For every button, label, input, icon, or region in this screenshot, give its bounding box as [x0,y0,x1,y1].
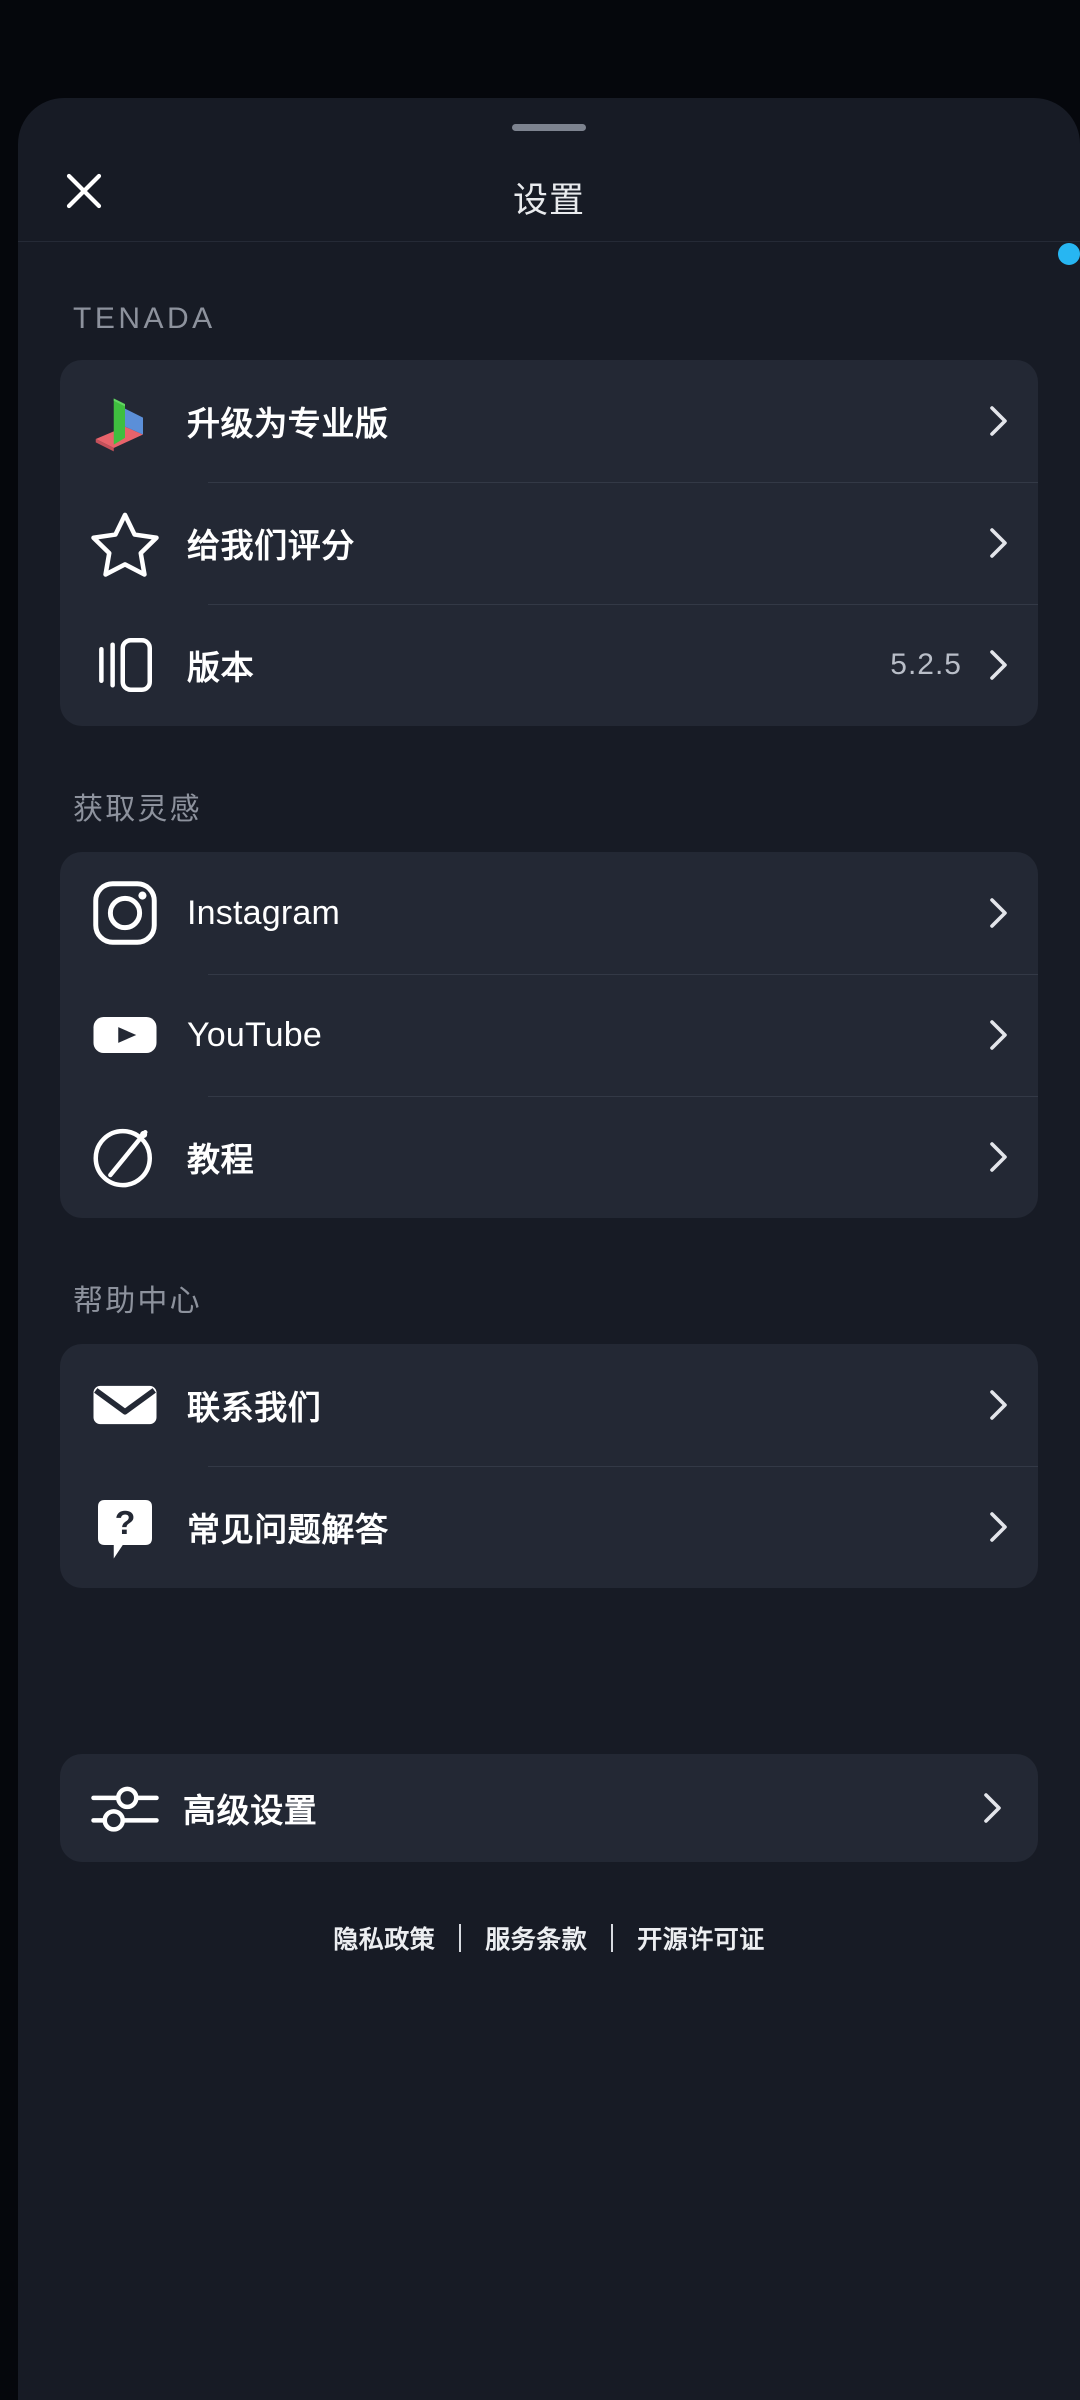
chevron-right-icon [988,1510,1010,1544]
card-inspiration: Instagram YouTube 教程 [60,852,1038,1218]
screen: 设置 TENADA 升级为专业版 给我们评分 版本 5.2.5 获取灵感 Ins… [0,0,1080,2400]
chevron-right-icon [982,1791,1004,1825]
chevron-right-icon [988,1018,1010,1052]
advanced-settings-wrap: 高级设置 [60,1754,1038,1862]
card-tenada: 升级为专业版 给我们评分 版本 5.2.5 [60,360,1038,726]
row-tutorial[interactable]: 教程 [60,1096,1038,1218]
instagram-icon [89,877,161,949]
chevron-right-icon [988,1388,1010,1422]
row-upgrade-pro[interactable]: 升级为专业版 [60,360,1038,482]
footer-links: 隐私政策 服务条款 开源许可证 [60,1920,1038,1956]
drag-handle[interactable] [512,124,586,131]
link-terms-of-service[interactable]: 服务条款 [461,1920,611,1956]
sliders-icon [89,1772,161,1844]
row-label: 常见问题解答 [187,1511,389,1548]
link-open-source-licenses[interactable]: 开源许可证 [613,1920,789,1956]
chevron-right-icon [988,648,1010,682]
chevron-right-icon [988,1140,1010,1174]
row-label: YouTube [187,1015,323,1054]
row-faq[interactable]: ? 常见问题解答 [60,1466,1038,1588]
settings-content: TENADA 升级为专业版 给我们评分 版本 5.2.5 获取灵感 Instag… [18,302,1080,2400]
envelope-icon [89,1369,161,1441]
row-contact-us[interactable]: 联系我们 [60,1344,1038,1466]
row-advanced-settings[interactable]: 高级设置 [60,1754,1038,1862]
page-title: 设置 [512,181,585,220]
row-rate-us[interactable]: 给我们评分 [60,482,1038,604]
row-youtube[interactable]: YouTube [60,974,1038,1096]
link-privacy-policy[interactable]: 隐私政策 [309,1920,459,1956]
star-icon [89,507,161,579]
tutorial-icon [89,1121,161,1193]
settings-sheet: 设置 TENADA 升级为专业版 给我们评分 版本 5.2.5 获取灵感 Ins… [18,98,1080,2400]
faq-bubble-icon: ? [89,1491,161,1563]
chevron-right-icon [988,896,1010,930]
row-label: 给我们评分 [187,527,355,564]
version-value: 5.2.5 [890,648,962,681]
row-label: 教程 [187,1141,255,1178]
youtube-icon [89,999,161,1071]
row-label: 版本 [187,649,255,686]
section-title-tenada: TENADA [73,302,216,335]
chevron-right-icon [988,526,1010,560]
row-label: Instagram [187,893,340,932]
row-version[interactable]: 版本 5.2.5 [60,604,1038,726]
row-label: 联系我们 [187,1389,322,1426]
version-cards-icon [89,629,161,701]
section-title-help: 帮助中心 [73,1285,202,1318]
row-label: 高级设置 [183,1792,318,1829]
notification-dot-icon [1058,243,1080,265]
sheet-header: 设置 [18,98,1080,242]
card-help: 联系我们 ? 常见问题解答 [60,1344,1038,1588]
section-title-inspiration: 获取灵感 [73,793,202,826]
axes-3d-icon [89,385,161,457]
chevron-right-icon [988,404,1010,438]
svg-text:?: ? [115,1504,136,1542]
row-instagram[interactable]: Instagram [60,852,1038,974]
row-label: 升级为专业版 [187,405,389,442]
card-advanced: 高级设置 [60,1754,1038,1862]
